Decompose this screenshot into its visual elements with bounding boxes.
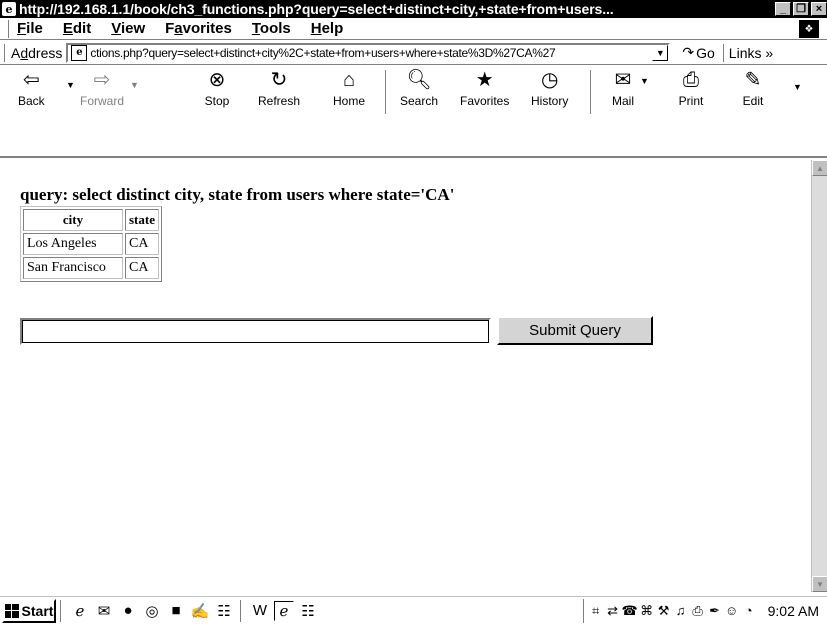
channel-quicklaunch-icon[interactable]: ☷ [214,601,234,621]
network-tray-icon[interactable]: ⌗ [588,601,604,621]
menu-file[interactable]: File [17,20,43,37]
mail-dropdown-icon[interactable]: ▼ [640,76,649,86]
home-button[interactable]: ⌂ Home [333,68,365,118]
links-separator [722,43,725,62]
ie-quicklaunch-icon[interactable]: ℯ [70,601,90,621]
address-grip [4,43,7,62]
chat-quicklaunch-icon[interactable]: ● [118,601,138,621]
search-button[interactable]: 🔍︎ Search [400,68,438,118]
results-table: city state Los Angeles CA San Francisco … [20,206,162,282]
table-cell-state: CA [125,257,159,279]
go-arrow-icon: ↷ [682,44,695,60]
address-url[interactable]: ctions.php?query=select+distinct+city%2C… [90,46,652,60]
table-cell-city: Los Angeles [23,233,123,255]
desktop-quicklaunch-icon[interactable]: ■ [166,601,186,621]
explorer-task-icon[interactable]: ☷ [298,601,318,621]
restore-button[interactable]: ❐ [793,2,809,16]
mail-button[interactable]: ✉ Mail [610,68,636,118]
close-button[interactable]: × [811,2,827,16]
submit-query-button[interactable]: Submit Query [497,316,653,345]
standard-toolbar: ⇦ Back ▼ ⇨ Forward ▼ ⊗ Stop ↻ Refresh ⌂ … [0,66,827,158]
forward-button[interactable]: ⇨ Forward [80,68,124,118]
back-dropdown-icon[interactable]: ▼ [66,80,75,90]
forward-arrow-icon: ⇨ [93,69,111,91]
history-button[interactable]: ◷ History [531,68,568,118]
edit-button[interactable]: ✎ Edit [740,68,766,118]
table-header-row: city state [23,209,159,231]
system-tray: ⌗ ⇄ ☎ ⌘ ⚒ ♫ ⎙ ✒ ☺ ◔ 9:02 AM [582,598,827,623]
windows-flag-icon [4,603,19,618]
history-icon: ◷ [540,69,559,91]
edit-dropdown-icon[interactable]: ▼ [793,82,802,92]
edit-page-icon: ✎ [744,69,762,91]
table-row: San Francisco CA [23,257,159,279]
modem-tray-icon[interactable]: ☎ [622,601,638,621]
minimize-button[interactable]: _ [775,2,791,16]
menu-help[interactable]: Help [311,20,344,37]
table-row: Los Angeles CA [23,233,159,255]
mail-icon: ✉ [614,69,632,91]
back-arrow-icon: ⇦ [22,69,40,91]
stop-button[interactable]: ⊗ Stop [204,68,230,118]
volume-tray-icon[interactable]: ♫ [673,601,689,621]
table-cell-state: CA [125,233,159,255]
forward-dropdown-icon[interactable]: ▼ [130,80,139,90]
ie-task-icon[interactable]: ℯ [274,600,294,621]
vertical-scrollbar[interactable]: ▲ ▼ [811,160,827,592]
menu-bar: File Edit View Favorites Tools Help ❖ [0,18,827,40]
column-header-city: city [23,209,123,231]
scroll-up-arrow-icon[interactable]: ▲ [812,160,827,176]
quicklaunch-separator [60,599,64,622]
menu-view[interactable]: View [111,20,145,37]
favorites-button[interactable]: ★ Favorites [460,68,509,118]
refresh-icon: ↻ [270,69,288,91]
connection-tray-icon[interactable]: ⇄ [605,601,621,621]
pen-tray-icon[interactable]: ✒ [707,601,723,621]
ie-logo-icon: e [2,2,16,16]
media-quicklaunch-icon[interactable]: ◎ [142,601,162,621]
window-title: http://192.168.1.1/book/ch3_functions.ph… [19,1,614,17]
word-task-icon[interactable]: W [250,601,270,621]
notepad-quicklaunch-icon[interactable]: ✍ [190,601,210,621]
home-icon: ⌂ [342,69,356,91]
query-input[interactable] [20,318,491,345]
query-heading: query: select distinct city, state from … [20,185,455,204]
links-button[interactable]: Links » [729,45,773,61]
page-icon: e [71,44,88,61]
title-bar: e http://192.168.1.1/book/ch3_functions.… [0,0,827,18]
menu-edit[interactable]: Edit [63,20,91,37]
windows-logo-icon: ❖ [799,20,819,38]
back-button[interactable]: ⇦ Back [18,68,45,118]
window-controls: _ ❐ × [775,2,827,16]
speech-tray-icon[interactable]: ◔ [741,601,757,621]
refresh-button[interactable]: ↻ Refresh [258,68,300,118]
address-field[interactable]: e ctions.php?query=select+distinct+city%… [66,42,671,63]
address-dropdown-icon[interactable]: ▼ [652,44,669,61]
outlook-quicklaunch-icon[interactable]: ✉ [94,601,114,621]
column-header-state: state [125,209,159,231]
stop-icon: ⊗ [208,69,226,91]
go-button[interactable]: ↷ Go [682,44,714,61]
address-bar: Address e ctions.php?query=select+distin… [0,41,827,65]
device-tray-icon[interactable]: ⌘ [639,601,655,621]
messenger-tray-icon[interactable]: ☺ [724,601,740,621]
tasks-separator [240,599,244,622]
favorites-folder-icon: ★ [475,69,494,91]
taskbar-clock: 9:02 AM [767,602,819,619]
search-icon: 🔍︎ [406,69,432,91]
scroll-down-arrow-icon[interactable]: ▼ [812,576,827,592]
taskbar: Start ℯ ✉ ● ◎ ■ ✍ ☷ W ℯ ☷ ⌗ ⇄ ☎ ⌘ ⚒ ♫ ⎙ … [0,596,827,624]
menu-favorites[interactable]: Favorites [165,20,232,37]
menu-grip [6,19,9,38]
start-button[interactable]: Start [2,598,56,623]
printer-tray-icon[interactable]: ⎙ [690,601,706,621]
toolbar-separator [385,70,387,114]
tools-tray-icon[interactable]: ⚒ [656,601,672,621]
menu-tools[interactable]: Tools [252,20,291,37]
table-cell-city: San Francisco [23,257,123,279]
toolbar-separator [590,70,592,114]
print-button[interactable]: ⎙ Print [678,68,704,118]
printer-icon: ⎙ [683,69,699,91]
address-label: Address [11,44,63,61]
